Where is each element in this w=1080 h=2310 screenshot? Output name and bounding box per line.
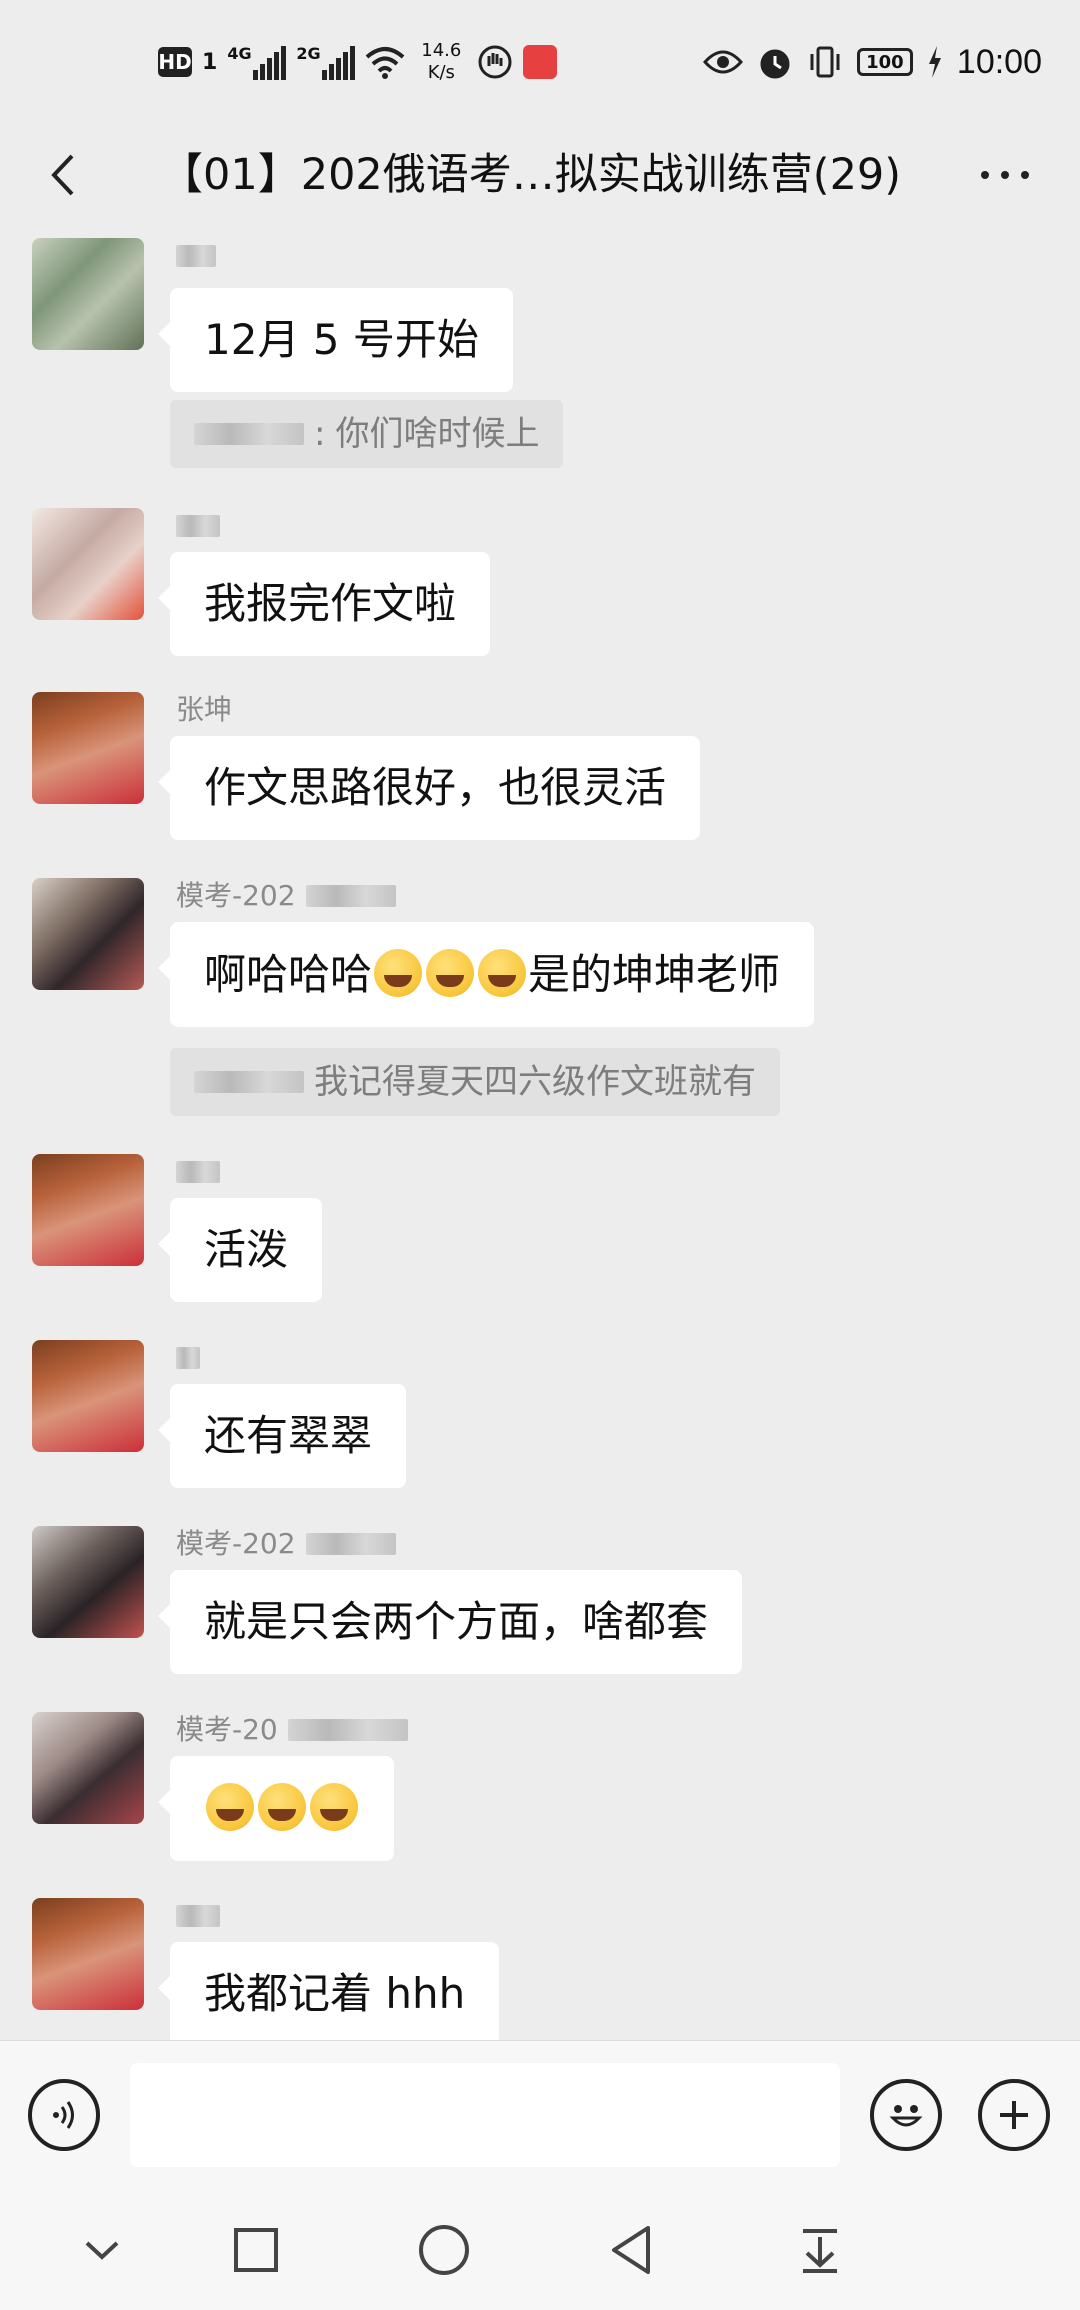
sender-name <box>176 508 220 544</box>
hd-badge: HD <box>158 47 192 77</box>
plus-icon <box>1000 2101 1028 2129</box>
avatar[interactable] <box>32 1712 144 1824</box>
facepalm-emoji-icon <box>206 1783 254 1831</box>
avatar[interactable] <box>32 692 144 804</box>
avatar[interactable] <box>32 1340 144 1452</box>
vibrate-icon <box>810 46 840 78</box>
sender-name: 模考-20 <box>176 1712 408 1748</box>
laugh-cry-emoji-icon <box>478 949 527 997</box>
sender-name: 模考-202 <box>176 878 396 914</box>
message-bubble[interactable]: 我都记着 hhh <box>157 1942 500 2040</box>
chevron-down-icon <box>85 2241 119 2260</box>
nav-back-button[interactable] <box>596 2214 668 2286</box>
more-functions-button[interactable] <box>978 2079 1050 2151</box>
more-dot-icon <box>1021 171 1029 179</box>
emoji-button[interactable] <box>870 2079 942 2151</box>
facepalm-emoji-icon <box>310 1783 358 1831</box>
clock: 10:00 <box>956 42 1042 81</box>
message-bubble[interactable]: 就是只会两个方面，啥都套 <box>157 1570 743 1674</box>
sender-name <box>176 1154 220 1190</box>
eye-icon <box>702 50 743 74</box>
avatar[interactable] <box>32 878 144 990</box>
message-input[interactable] <box>130 2063 840 2167</box>
sender-name: 张坤 <box>176 693 233 726</box>
facepalm-emoji-icon <box>258 1783 306 1831</box>
avatar[interactable] <box>32 1898 144 2010</box>
avatar[interactable] <box>32 508 144 620</box>
signal-4g-icon: 4G <box>227 44 287 80</box>
nav-home-button[interactable] <box>408 2214 480 2286</box>
message-bubble[interactable]: 啊哈哈哈 是的坤坤老师 <box>157 922 815 1027</box>
more-dot-icon <box>1001 171 1009 179</box>
voice-icon <box>53 2101 74 2129</box>
signal-2g-icon: 2G <box>296 44 356 80</box>
voice-button[interactable] <box>28 2079 100 2151</box>
sim-label: 1 <box>202 49 218 75</box>
download-icon <box>803 2229 837 2273</box>
message-bubble[interactable] <box>158 1756 394 1861</box>
net-speed: 14.6 K/s <box>421 40 462 83</box>
avatar[interactable] <box>32 238 144 350</box>
avatar[interactable] <box>32 1526 144 1638</box>
notification-app-icon <box>523 45 558 79</box>
message-bubble[interactable]: 活泼 <box>157 1198 323 1302</box>
status-bar: HD 1 4G 2G 14.6 K/s 100 10:00 <box>0 0 1080 120</box>
charging-icon <box>928 46 941 78</box>
quoted-message[interactable]: : 你们啥时候上 <box>170 400 564 468</box>
chevron-left-icon <box>51 154 74 196</box>
message-list[interactable]: 12月 5 号开始 : 你们啥时候上 我报完作文啦 张坤 作文思路很好，也很灵活 … <box>0 230 1080 2040</box>
more-button[interactable] <box>960 140 1050 210</box>
input-bar <box>0 2040 1080 2191</box>
nav-notification-button[interactable] <box>784 2214 856 2286</box>
chat-title: 【01】202俄语考…拟实战训练营(29) <box>160 150 902 200</box>
quoted-message[interactable]: 我记得夏天四六级作文班就有 <box>170 1048 780 1116</box>
alarm-icon <box>760 49 790 79</box>
home-icon <box>419 2225 469 2275</box>
message-bubble[interactable]: 还有翠翠 <box>157 1384 407 1488</box>
message-bubble[interactable]: 我报完作文啦 <box>157 552 491 656</box>
wifi-icon <box>365 47 405 79</box>
hand-icon <box>478 45 512 79</box>
back-button[interactable] <box>32 140 102 210</box>
message-bubble[interactable]: 作文思路很好，也很灵活 <box>157 736 701 840</box>
sender-name: 模考-202 <box>176 1526 396 1562</box>
recents-icon <box>234 2228 278 2272</box>
sender-name <box>176 1340 200 1376</box>
avatar[interactable] <box>32 1154 144 1266</box>
sender-name <box>176 1898 220 1934</box>
chat-header: 【01】202俄语考…拟实战训练营(29) <box>0 120 1080 230</box>
message-bubble[interactable]: 12月 5 号开始 <box>158 288 513 392</box>
emoji-icon <box>889 2105 923 2127</box>
back-triangle-icon <box>612 2226 650 2274</box>
nav-recents-button[interactable] <box>220 2214 292 2286</box>
system-nav-bar <box>0 2190 1080 2310</box>
laugh-cry-emoji-icon <box>426 949 475 997</box>
sender-name <box>176 238 216 274</box>
nav-hide-button[interactable] <box>66 2214 138 2286</box>
laugh-cry-emoji-icon <box>374 949 423 997</box>
battery-indicator: 100 <box>856 48 913 76</box>
more-dot-icon <box>981 171 989 179</box>
